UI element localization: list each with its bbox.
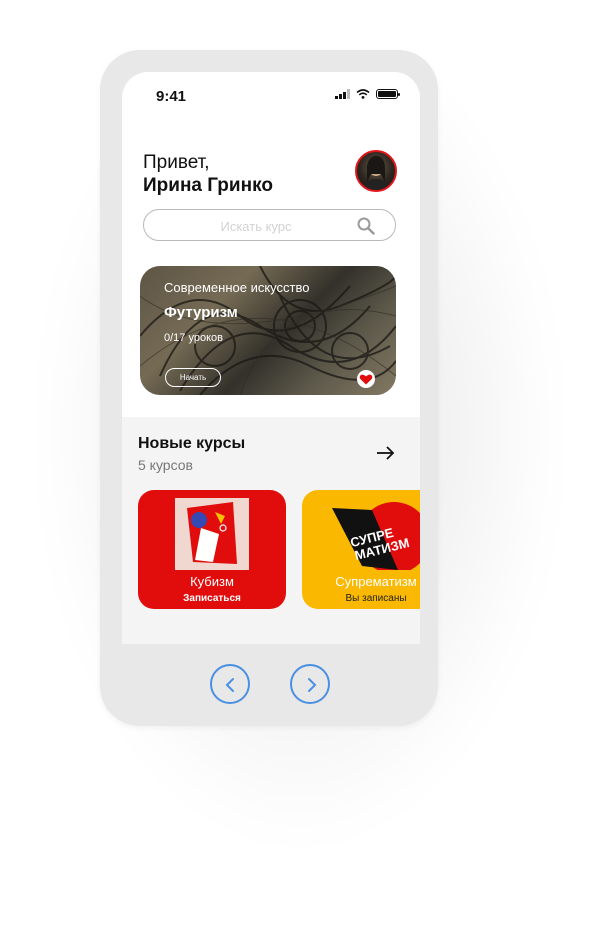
cubism-artwork [175,498,249,570]
greeting: Привет, Ирина Гринко [143,152,273,198]
course-category: Современное искусство [164,280,310,295]
new-courses-section: Новые курсы 5 курсов Кубизм Записаться С… [122,417,420,644]
status-time: 9:41 [156,88,187,105]
course-card-title: Супрематизм [335,574,417,589]
user-name: Ирина Гринко [143,175,273,196]
battery-icon [376,89,400,99]
course-title: Футуризм [164,304,238,321]
enroll-button[interactable]: Записаться [138,593,286,604]
status-icons [335,89,400,99]
section-title: Новые курсы [138,435,246,452]
course-card-title: Кубизм [190,574,234,589]
course-card-cubism[interactable]: Кубизм Записаться [138,490,286,609]
next-button[interactable] [290,664,330,704]
avatar[interactable] [355,150,397,192]
phone-frame: 9:41 Привет, Ирина Гринко Искать курс Со… [100,50,438,726]
favorite-button[interactable] [357,370,375,388]
avatar-portrait [363,156,389,190]
arrow-right-icon[interactable] [376,445,396,461]
heart-icon [359,374,373,385]
chevron-left-icon [225,678,234,692]
course-progress: 0/17 уроков [164,332,223,344]
greeting-hello: Привет, [143,152,210,173]
suprematism-artwork: СУПРЕ МАТИЗМ [332,498,420,574]
signal-icon [335,89,350,99]
enrolled-status: Вы записаны [345,593,407,604]
start-button[interactable]: Начать [165,368,221,387]
course-card-suprematism[interactable]: СУПРЕ МАТИЗМ Супрематизм Вы записаны [302,490,420,609]
featured-course-card[interactable]: Современное искусство Футуризм 0/17 урок… [140,266,396,395]
status-bar: 9:41 [122,72,420,118]
prev-button[interactable] [210,664,250,704]
chevron-right-icon [308,678,317,692]
search-bar[interactable] [143,209,396,241]
search-icon[interactable] [357,217,375,235]
app-screen: 9:41 Привет, Ирина Гринко Искать курс Со… [122,72,420,644]
wifi-icon [356,89,370,99]
section-count: 5 курсов [138,457,193,473]
search-input[interactable] [156,216,356,236]
